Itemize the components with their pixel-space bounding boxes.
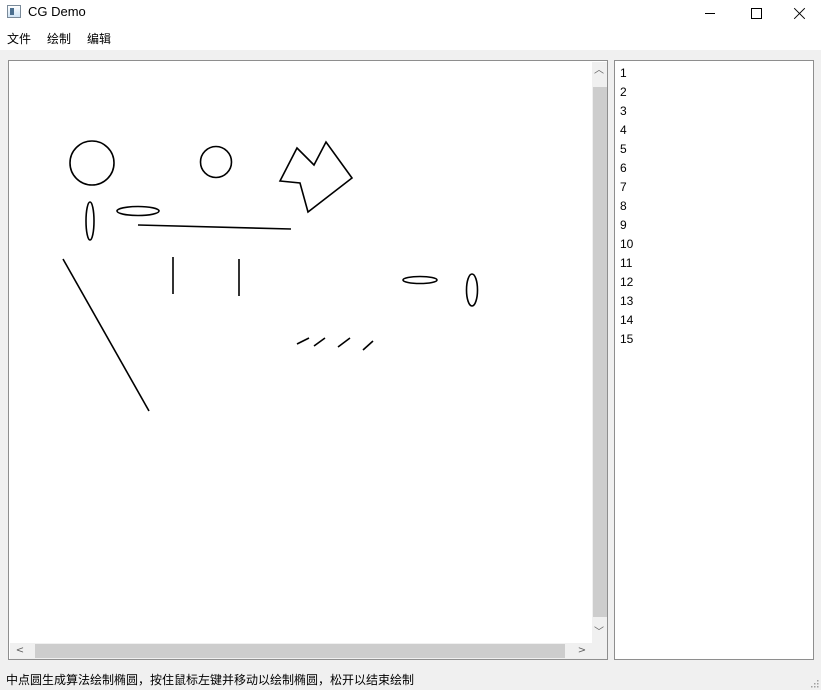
horizontal-scrollbar[interactable]: < >: [10, 643, 592, 659]
ellipse-shape[interactable]: [85, 201, 95, 241]
scroll-left-icon[interactable]: <: [13, 645, 27, 657]
list-item[interactable]: 3: [620, 103, 627, 119]
list-item[interactable]: 10: [620, 236, 633, 252]
menu-edit[interactable]: 编辑: [87, 31, 111, 47]
line-shape[interactable]: [296, 337, 310, 345]
ellipse-shape[interactable]: [465, 273, 479, 307]
scroll-down-icon[interactable]: ﹀: [592, 627, 606, 639]
circle-shape[interactable]: [69, 140, 115, 186]
list-item[interactable]: 2: [620, 84, 627, 100]
scroll-up-icon[interactable]: ︿: [592, 65, 606, 77]
menu-bar: 文件 绘制 编辑: [0, 26, 821, 50]
list-item[interactable]: 8: [620, 198, 627, 214]
list-item[interactable]: 9: [620, 217, 627, 233]
list-item[interactable]: 7: [620, 179, 627, 195]
list-item[interactable]: 13: [620, 293, 633, 309]
drawing-canvas[interactable]: [10, 62, 591, 643]
line-shape[interactable]: [337, 337, 351, 348]
minimize-icon: [705, 12, 715, 14]
list-item[interactable]: 4: [620, 122, 627, 138]
ellipse-shape[interactable]: [116, 205, 160, 217]
list-item[interactable]: 15: [620, 331, 633, 347]
list-item[interactable]: 6: [620, 160, 627, 176]
list-item[interactable]: 1: [620, 65, 627, 81]
list-item[interactable]: 14: [620, 312, 633, 328]
status-message: 中点圆生成算法绘制椭圆，按住鼠标左键并移动以绘制椭圆，松开以结束绘制: [6, 673, 415, 687]
line-shape[interactable]: [313, 337, 326, 347]
drawing-surface: [62, 140, 479, 412]
maximize-icon: [750, 7, 762, 19]
vertical-scroll-thumb[interactable]: [593, 87, 607, 617]
line-shape[interactable]: [362, 340, 374, 351]
ellipse-shape[interactable]: [402, 275, 438, 285]
maximize-button[interactable]: [733, 0, 779, 26]
list-item[interactable]: 5: [620, 141, 627, 157]
scroll-corner: [592, 643, 607, 659]
menu-draw[interactable]: 绘制: [47, 31, 71, 47]
list-item[interactable]: 11: [620, 255, 632, 271]
circle-shape[interactable]: [199, 145, 233, 179]
close-icon: [794, 7, 806, 19]
scroll-right-icon[interactable]: >: [575, 645, 589, 657]
title-bar: CG Demo: [0, 0, 821, 26]
menu-file[interactable]: 文件: [7, 31, 31, 47]
canvas-view: ︿ ﹀ < >: [8, 60, 608, 660]
resize-grip-icon[interactable]: [809, 678, 819, 688]
window-title: CG Demo: [28, 4, 86, 19]
line-shape[interactable]: [62, 258, 150, 412]
item-list[interactable]: 1 2 3 4 5 6 7 8 9 10 11 12 13 14 15: [614, 60, 814, 660]
horizontal-scroll-thumb[interactable]: [35, 644, 565, 658]
polygon-shape[interactable]: [278, 140, 354, 214]
vertical-scrollbar[interactable]: ︿ ﹀: [592, 62, 607, 643]
list-item[interactable]: 12: [620, 274, 633, 290]
line-shape[interactable]: [137, 224, 292, 230]
close-button[interactable]: [777, 0, 821, 26]
app-icon: [7, 5, 21, 18]
status-bar: 中点圆生成算法绘制椭圆，按住鼠标左键并移动以绘制椭圆，松开以结束绘制: [0, 668, 821, 690]
minimize-button[interactable]: [687, 0, 733, 26]
